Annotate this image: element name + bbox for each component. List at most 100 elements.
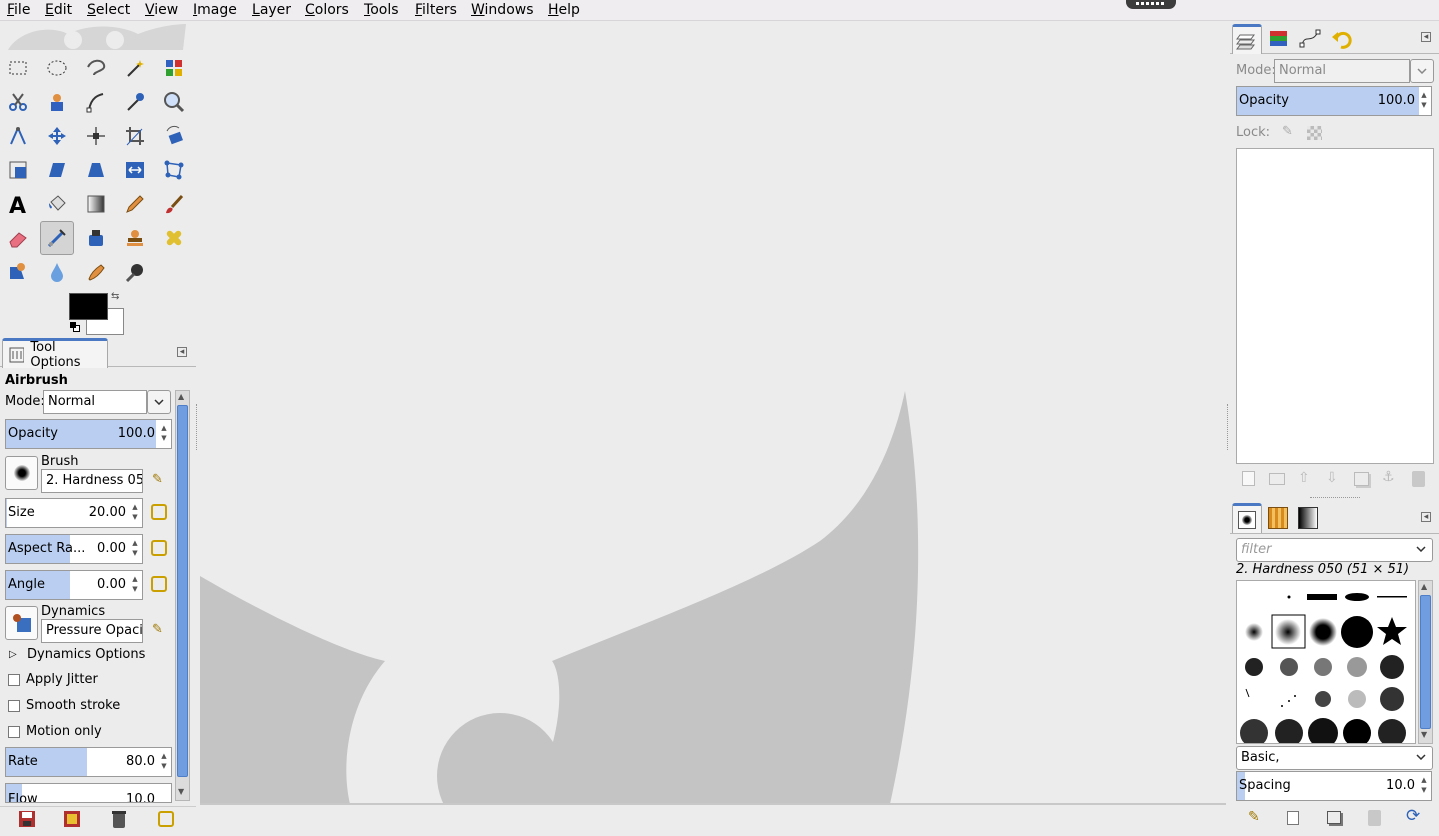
reset-angle-icon[interactable] <box>151 576 167 592</box>
angle-spin-arrows[interactable]: ▲ ▼ <box>130 574 140 594</box>
flip-tool-button[interactable] <box>118 153 152 187</box>
mode-combo[interactable]: Normal <box>43 390 147 414</box>
tab-brushes[interactable] <box>1232 503 1262 533</box>
tab-tool-options[interactable]: Tool Options <box>2 338 108 370</box>
anchor-layer-icon[interactable]: ⚓ <box>1382 469 1395 485</box>
raise-layer-icon[interactable]: ⇧ <box>1298 470 1310 486</box>
canvas-hscroll[interactable] <box>200 803 1226 805</box>
scale-tool-button[interactable] <box>1 153 35 187</box>
foreground-color-swatch[interactable] <box>69 293 108 320</box>
layers-opacity-spin-arrows[interactable]: ▲ ▼ <box>1419 90 1429 110</box>
mode-dropdown-button[interactable] <box>147 390 171 414</box>
left-dock-separator[interactable] <box>196 404 199 450</box>
paintbrush-tool-button[interactable] <box>157 187 191 221</box>
menu-select[interactable]: Select <box>87 1 130 19</box>
menu-tools[interactable]: Tools <box>364 1 399 19</box>
reset-options-icon[interactable] <box>158 811 174 827</box>
rect-select-tool-button[interactable] <box>1 51 35 85</box>
brush-grid-scrollbar[interactable]: ▲ ▼ <box>1418 580 1433 744</box>
bucket-fill-tool-button[interactable] <box>40 187 74 221</box>
edit-dynamics-icon[interactable]: ✎ <box>152 622 163 637</box>
scroll-up-icon[interactable]: ▲ <box>1421 582 1427 591</box>
align-tool-button[interactable] <box>79 119 113 153</box>
dynamics-preview-button[interactable] <box>5 606 38 640</box>
brush-name-field[interactable]: 2. Hardness 050 <box>41 469 143 493</box>
tool-options-scroll-thumb[interactable] <box>177 405 188 777</box>
delete-layer-icon[interactable] <box>1412 471 1425 487</box>
perspective-clone-tool-button[interactable] <box>1 255 35 289</box>
layers-opacity-slider[interactable]: Opacity 100.0 ▲ ▼ <box>1236 86 1432 116</box>
eraser-tool-button[interactable] <box>1 221 35 255</box>
brush-grid[interactable] <box>1236 580 1416 744</box>
layers-list[interactable] <box>1236 148 1434 464</box>
new-brush-icon[interactable] <box>1287 811 1299 825</box>
swap-colors-icon[interactable]: ⇆ <box>111 291 119 302</box>
brush-filter-input[interactable]: filter <box>1236 538 1433 562</box>
dynamics-options-expander[interactable]: Dynamics Options <box>27 647 145 662</box>
delete-brush-icon[interactable] <box>1368 810 1381 826</box>
brushes-menu-icon[interactable]: ◂ <box>1421 512 1431 522</box>
tab-layers[interactable] <box>1232 24 1262 54</box>
flow-slider[interactable]: Flow 10.0 <box>5 783 172 803</box>
scroll-up-icon[interactable]: ▲ <box>178 392 184 401</box>
airbrush-tool-button[interactable] <box>40 221 74 255</box>
move-tool-button[interactable] <box>40 119 74 153</box>
tab-paths[interactable] <box>1295 24 1325 54</box>
foreground-select-tool-button[interactable] <box>40 85 74 119</box>
dodge-burn-tool-button[interactable] <box>118 255 152 289</box>
size-spin-arrows[interactable]: ▲ ▼ <box>130 502 140 522</box>
canvas-area[interactable] <box>200 21 1226 804</box>
duplicate-brush-icon[interactable] <box>1327 811 1341 824</box>
restore-options-icon[interactable] <box>63 810 81 828</box>
measure-tool-button[interactable] <box>1 119 35 153</box>
scroll-down-icon[interactable]: ▼ <box>178 787 184 796</box>
menu-layer[interactable]: Layer <box>252 1 291 19</box>
select-by-color-tool-button[interactable] <box>157 51 191 85</box>
rotate-tool-button[interactable] <box>157 119 191 153</box>
smooth-stroke-checkbox[interactable] <box>8 700 20 712</box>
expander-arrow-icon[interactable]: ▷ <box>9 649 17 660</box>
menu-filters[interactable]: Filters <box>415 1 457 19</box>
brush-grid-scroll-thumb[interactable] <box>1420 595 1431 729</box>
tab-channels[interactable] <box>1263 24 1293 54</box>
free-select-tool-button[interactable] <box>79 51 113 85</box>
angle-slider[interactable]: Angle 0.00 ▲ ▼ <box>5 570 143 600</box>
rate-spin-arrows[interactable]: ▲ ▼ <box>159 751 169 771</box>
new-layer-icon[interactable] <box>1242 471 1255 486</box>
cage-tool-button[interactable] <box>157 153 191 187</box>
motion-only-checkbox[interactable] <box>8 726 20 738</box>
dynamics-name-field[interactable]: Pressure Opacity <box>41 619 143 643</box>
menu-image[interactable]: Image <box>193 1 237 19</box>
edit-brush-icon[interactable]: ✎ <box>152 472 163 487</box>
scroll-down-icon[interactable]: ▼ <box>1421 730 1427 739</box>
layers-mode-dropdown-button[interactable] <box>1410 59 1434 83</box>
lower-layer-icon[interactable]: ⇩ <box>1326 470 1338 486</box>
tab-gradients[interactable] <box>1293 503 1323 533</box>
reset-size-icon[interactable] <box>151 504 167 520</box>
refresh-brushes-icon[interactable]: ⟳ <box>1406 806 1420 826</box>
blend-tool-button[interactable] <box>79 187 113 221</box>
aspect-ratio-spin-arrows[interactable]: ▲ ▼ <box>130 538 140 558</box>
aspect-ratio-slider[interactable]: Aspect Ra... 0.00 ▲ ▼ <box>5 534 143 564</box>
menu-help[interactable]: Help <box>548 1 580 19</box>
opacity-slider[interactable]: Opacity 100.0 ▲ ▼ <box>5 419 172 449</box>
perspective-tool-button[interactable] <box>79 153 113 187</box>
menu-view[interactable]: View <box>145 1 178 19</box>
ink-tool-button[interactable] <box>79 221 113 255</box>
fuzzy-select-tool-button[interactable] <box>118 51 152 85</box>
heal-tool-button[interactable] <box>157 221 191 255</box>
layers-mode-combo[interactable]: Normal <box>1274 59 1410 83</box>
save-options-icon[interactable] <box>18 810 36 828</box>
menu-colors[interactable]: Colors <box>305 1 349 19</box>
brush-preview-button[interactable] <box>5 456 38 490</box>
shear-tool-button[interactable] <box>40 153 74 187</box>
blur-sharpen-tool-button[interactable] <box>40 255 74 289</box>
crop-tool-button[interactable] <box>118 119 152 153</box>
duplicate-layer-icon[interactable] <box>1354 472 1369 486</box>
tab-patterns[interactable] <box>1263 503 1293 533</box>
clone-tool-button[interactable] <box>118 221 152 255</box>
menu-file[interactable]: File <box>7 1 30 19</box>
spacing-slider[interactable]: Spacing 10.0 ▲ ▼ <box>1236 771 1432 801</box>
zoom-tool-button[interactable] <box>157 85 191 119</box>
opacity-spin-arrows[interactable]: ▲ ▼ <box>159 423 169 443</box>
